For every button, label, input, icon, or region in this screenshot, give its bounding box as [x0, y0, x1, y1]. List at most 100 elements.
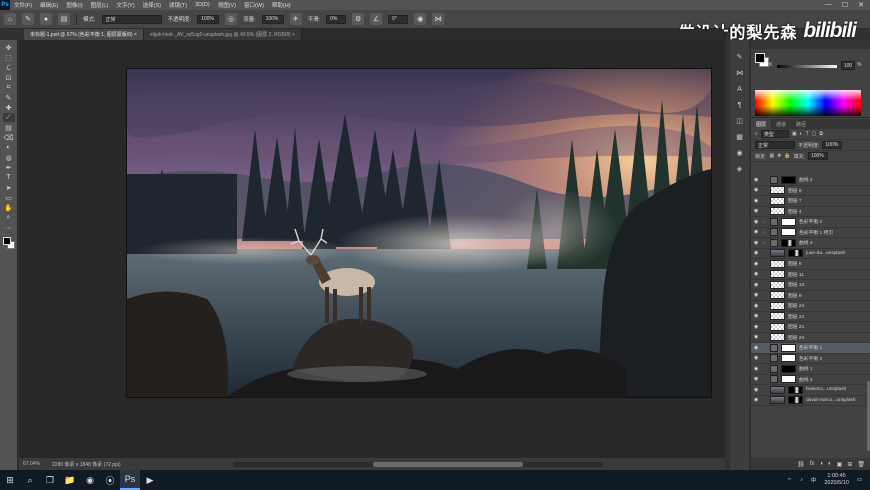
close-button[interactable]: ✕: [858, 1, 864, 9]
layer-row[interactable]: ◉ 图层 24: [751, 301, 870, 312]
color-spectrum[interactable]: [755, 90, 861, 116]
layer-name[interactable]: 曲线 2: [799, 176, 813, 183]
angle-icon[interactable]: ∠: [370, 13, 383, 25]
visibility-eye-icon[interactable]: ◉: [754, 261, 760, 267]
layer-style-icon[interactable]: fx: [810, 461, 815, 467]
layer-name[interactable]: 曲线 3: [799, 239, 813, 246]
layer-name[interactable]: 图层 8: [788, 187, 802, 194]
tab-document-1[interactable]: 未标题-1.psd @ 67% (色彩平衡 1, 图层蒙版/8) ×: [24, 29, 144, 40]
tab-layers[interactable]: 图层: [751, 119, 772, 129]
search-icon[interactable]: ⌕: [20, 470, 40, 490]
gradient-tool-icon[interactable]: ◐: [3, 143, 15, 152]
paragraph-panel-icon[interactable]: ¶: [734, 100, 746, 110]
layer-mask-thumbnail[interactable]: [781, 175, 796, 184]
filter-smart-icon[interactable]: ⧉: [819, 131, 823, 137]
color-panel-foreground[interactable]: [755, 53, 765, 63]
menu-layer[interactable]: 图层(L): [87, 1, 113, 9]
filter-type-icon[interactable]: T: [806, 131, 809, 137]
k-value-field[interactable]: 100: [841, 61, 855, 70]
layer-name[interactable]: 图层 24: [788, 302, 804, 309]
airbrush-icon[interactable]: ✈: [289, 13, 302, 25]
horizontal-scrollbar[interactable]: [232, 461, 603, 467]
layer-name[interactable]: 色彩平衡 1: [799, 344, 822, 351]
layer-mask-thumbnail[interactable]: [788, 385, 803, 394]
input-method[interactable]: 中: [811, 476, 817, 484]
layer-thumbnail[interactable]: [770, 259, 785, 268]
file-explorer-icon[interactable]: 📁: [60, 470, 80, 490]
visibility-eye-icon[interactable]: ◉: [754, 292, 760, 298]
layer-thumbnail[interactable]: [770, 375, 778, 384]
tab-channels[interactable]: 通道: [771, 119, 791, 129]
start-icon[interactable]: ⊞: [0, 470, 20, 490]
pressure-opacity-icon[interactable]: ◎: [225, 13, 238, 25]
object-select-tool-icon[interactable]: ⊡: [3, 73, 15, 82]
layer-name[interactable]: david-marcu...unsplash: [806, 398, 856, 403]
lock-position-icon[interactable]: ✥: [777, 153, 781, 159]
layer-name[interactable]: 曲线 1: [799, 365, 813, 372]
layer-name[interactable]: 色彩平衡 3: [799, 355, 822, 362]
layer-thumbnail[interactable]: [770, 270, 785, 279]
visibility-eye-icon[interactable]: ◉: [754, 355, 760, 361]
hand-tool-icon[interactable]: ✋: [3, 203, 15, 212]
layer-row[interactable]: ◉ 图层 20: [751, 333, 870, 343]
layer-row[interactable]: ◉ ↓ 色彩平衡 1 拷贝: [751, 228, 870, 238]
layer-row[interactable]: ◉ 图层 6: [751, 259, 870, 270]
styles-panel-icon[interactable]: ◈: [734, 164, 746, 174]
visibility-eye-icon[interactable]: ◉: [754, 324, 760, 330]
layer-mask-thumbnail[interactable]: [781, 364, 796, 373]
layer-row[interactable]: ◉ 曲线 1: [751, 364, 870, 375]
adjustments-panel-icon[interactable]: ◉: [734, 148, 746, 158]
layer-row[interactable]: ◉ 图层 11: [751, 270, 870, 280]
filter-pixel-icon[interactable]: ▣: [792, 131, 797, 137]
layer-mask-thumbnail[interactable]: [781, 228, 796, 237]
angle-field[interactable]: 0°: [388, 14, 409, 24]
menu-3d[interactable]: 3D(D): [191, 2, 214, 8]
layer-mask-thumbnail[interactable]: [781, 238, 796, 247]
brush-panel-icon[interactable]: ✎: [734, 52, 746, 62]
filter-adjust-icon[interactable]: ◐: [800, 131, 803, 137]
maximize-button[interactable]: ☐: [842, 1, 848, 9]
layer-mask-thumbnail[interactable]: [781, 217, 796, 226]
layer-row[interactable]: ◉ 曲线 4: [751, 375, 870, 385]
opacity-field[interactable]: 100%: [197, 14, 220, 24]
mode-select[interactable]: 正常: [101, 14, 162, 24]
layer-thumbnail[interactable]: [770, 291, 785, 300]
volume-icon[interactable]: ♪: [800, 477, 803, 483]
pen-tool-icon[interactable]: ✒: [3, 163, 15, 172]
layer-thumbnail[interactable]: [770, 333, 785, 342]
dodge-tool-icon[interactable]: ◍: [3, 153, 15, 162]
tab-paths[interactable]: 路径: [791, 119, 811, 129]
visibility-eye-icon[interactable]: ◉: [754, 219, 760, 225]
rectangle-tool-icon[interactable]: ▭: [3, 193, 15, 202]
brush-tool-icon[interactable]: ✎: [22, 13, 34, 25]
add-mask-icon[interactable]: ◑: [819, 461, 823, 467]
layer-name[interactable]: 图层 20: [788, 334, 804, 341]
layer-row[interactable]: ◉ federico...unsplash: [751, 385, 870, 396]
layer-mask-thumbnail[interactable]: [781, 343, 796, 352]
gear-icon[interactable]: ⚙: [352, 13, 365, 25]
stamp-tool-icon[interactable]: ▤: [3, 123, 15, 132]
brush-settings-icon[interactable]: ▤: [58, 13, 70, 25]
layer-name[interactable]: 图层 22: [788, 313, 804, 320]
layer-row[interactable]: ◉ 图层 9: [751, 291, 870, 301]
character-panel-icon[interactable]: A: [734, 84, 746, 94]
scrollbar-thumb[interactable]: [372, 461, 523, 467]
layer-name[interactable]: juan-da...unsplash: [806, 251, 845, 256]
layer-thumbnail[interactable]: [770, 196, 785, 205]
photoshop-taskbar-icon[interactable]: Ps: [120, 470, 140, 490]
lock-pixels-icon[interactable]: ▦: [769, 153, 774, 159]
visibility-eye-icon[interactable]: ◉: [754, 387, 760, 393]
swatches-panel-icon[interactable]: ▦: [734, 132, 746, 142]
visibility-eye-icon[interactable]: ◉: [754, 177, 760, 183]
layer-thumbnail[interactable]: [770, 354, 778, 363]
app-icon[interactable]: ⦿: [100, 470, 120, 490]
layer-thumbnail[interactable]: [770, 207, 785, 216]
document-canvas[interactable]: [127, 69, 711, 397]
visibility-eye-icon[interactable]: ◉: [754, 187, 760, 193]
menu-file[interactable]: 文件(F): [10, 1, 36, 9]
menu-view[interactable]: 视图(V): [214, 1, 240, 9]
layer-name[interactable]: 曲线 4: [799, 376, 813, 383]
symmetry-icon[interactable]: ⋈: [432, 13, 445, 25]
visibility-eye-icon[interactable]: ◉: [754, 208, 760, 214]
adjustment-layer-icon[interactable]: ◐: [828, 461, 832, 467]
